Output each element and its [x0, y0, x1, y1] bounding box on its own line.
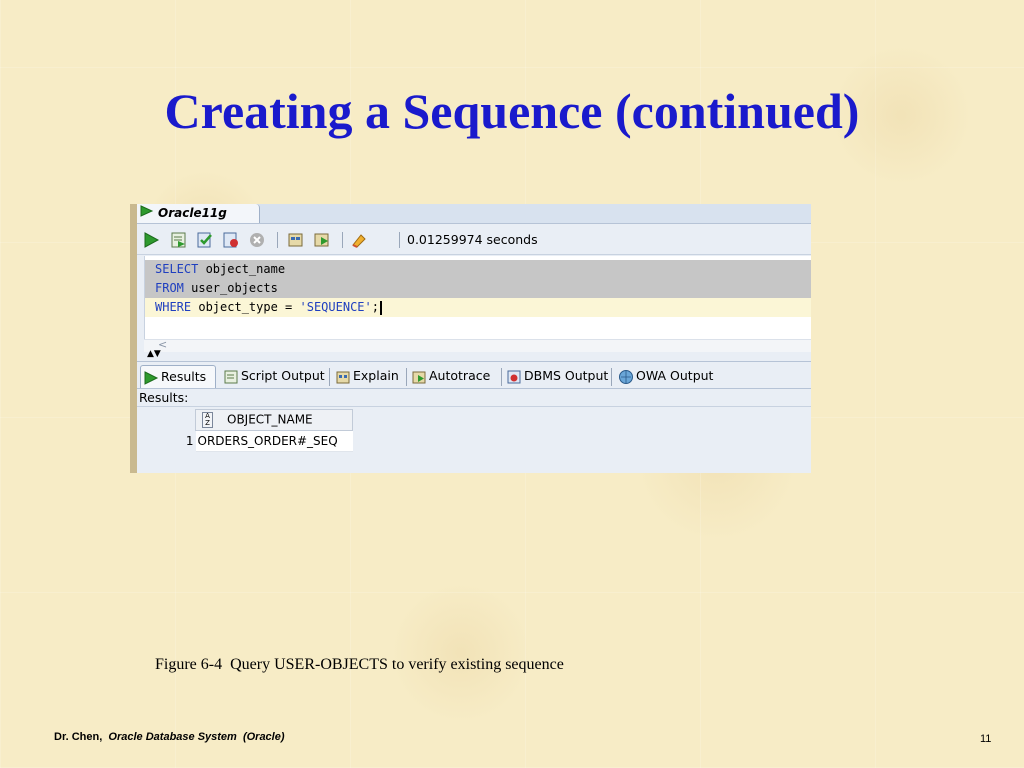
sql-developer-screenshot: Oracle11g 0.01259974 seconds SELECT obje…	[130, 204, 811, 473]
worksheet-toolbar: 0.01259974 seconds	[137, 224, 811, 255]
tab-separator	[329, 368, 330, 386]
script-output-icon	[223, 369, 239, 385]
tab-dbms-output[interactable]: DBMS Output	[504, 365, 608, 387]
play-icon	[143, 370, 159, 386]
autotrace-icon	[411, 369, 427, 385]
text-caret	[379, 300, 382, 315]
column-header[interactable]: A Z OBJECT_NAME	[195, 409, 353, 431]
results-grid-area: A Z OBJECT_NAME 1 ORDERS_ORDER#_SEQ	[137, 406, 811, 473]
tab-script-output[interactable]: Script Output	[221, 365, 325, 387]
footer-author: Dr. Chen,	[54, 731, 103, 743]
sql-text: object_name	[198, 262, 286, 276]
sql-text: ;	[371, 300, 379, 314]
tab-label: Autotrace	[429, 368, 491, 383]
toolbar-separator	[342, 232, 343, 248]
tab-results[interactable]: Results	[140, 365, 216, 388]
sql-keyword: WHERE	[155, 300, 192, 314]
footer-course: Oracle Database System (Oracle)	[108, 731, 285, 743]
footer-left: Dr. Chen, Oracle Database System (Oracle…	[54, 731, 285, 743]
play-icon	[140, 204, 154, 223]
sql-text: user_objects	[183, 281, 278, 295]
elapsed-time: 0.01259974 seconds	[407, 232, 538, 247]
sort-icon[interactable]: AZ	[202, 412, 213, 428]
explain-plan-icon[interactable]	[313, 231, 331, 249]
tab-label: OWA Output	[636, 368, 714, 383]
tab-separator	[501, 368, 502, 386]
grid-corner	[137, 409, 196, 431]
table-cell[interactable]: ORDERS_ORDER#_SEQ	[195, 430, 353, 452]
clear-icon[interactable]	[350, 231, 368, 249]
slide-title: Creating a Sequence (continued)	[164, 83, 860, 139]
editor-line: SELECT object_name	[145, 260, 811, 279]
rollback-icon[interactable]	[222, 231, 240, 249]
splitter-arrows-icon[interactable]: ▲▼	[147, 350, 161, 359]
explain-icon	[335, 369, 351, 385]
tab-autotrace[interactable]: Autotrace	[409, 365, 490, 387]
connection-tabstrip: Oracle11g	[137, 204, 811, 224]
owa-output-icon	[618, 369, 634, 385]
figure-caption: Figure 6-4 Query USER-OBJECTS to verify …	[155, 656, 564, 673]
tab-separator	[611, 368, 612, 386]
tab-label: Results	[161, 369, 207, 384]
editor-line-current: WHERE object_type = 'SEQUENCE';	[145, 298, 811, 317]
run-statement-icon[interactable]	[142, 231, 160, 249]
results-grid: A Z OBJECT_NAME 1 ORDERS_ORDER#_SEQ	[137, 409, 353, 452]
results-label: Results:	[139, 390, 189, 405]
tab-label: Explain	[353, 368, 399, 383]
connection-tab-label: Oracle11g	[158, 206, 227, 220]
cancel-icon[interactable]	[248, 231, 266, 249]
editor-line: FROM user_objects	[145, 279, 811, 298]
tab-owa-output[interactable]: OWA Output	[616, 365, 713, 387]
toolbar-separator	[277, 232, 278, 248]
result-tabs: Results Script Output Explain Autotrace …	[137, 362, 811, 389]
tab-explain[interactable]: Explain	[333, 365, 399, 387]
run-script-icon[interactable]	[170, 231, 188, 249]
commit-icon[interactable]	[196, 231, 214, 249]
editor-horizontal-scrollbar[interactable]: <	[144, 338, 811, 352]
pane-splitter[interactable]: ▲▼	[137, 350, 811, 362]
connection-tab[interactable]: Oracle11g	[137, 204, 260, 223]
sql-text: object_type =	[191, 300, 300, 314]
table-row[interactable]: 1 ORDERS_ORDER#_SEQ	[137, 430, 353, 452]
page-number: 11	[980, 733, 992, 745]
sql-keyword: FROM	[155, 281, 184, 295]
row-number: 1	[137, 430, 196, 452]
tab-separator	[406, 368, 407, 386]
sql-keyword: SELECT	[155, 262, 199, 276]
sql-string: 'SEQUENCE'	[299, 300, 372, 314]
dbms-output-icon	[506, 369, 522, 385]
sql-tuning-icon[interactable]	[287, 231, 305, 249]
toolbar-separator	[399, 232, 400, 248]
grid-header-row: A Z OBJECT_NAME	[137, 409, 353, 431]
tab-label: Script Output	[241, 368, 325, 383]
sql-editor[interactable]: SELECT object_name FROM user_objects WHE…	[144, 256, 811, 352]
column-header-label: OBJECT_NAME	[227, 412, 313, 427]
tab-label: DBMS Output	[524, 368, 609, 383]
